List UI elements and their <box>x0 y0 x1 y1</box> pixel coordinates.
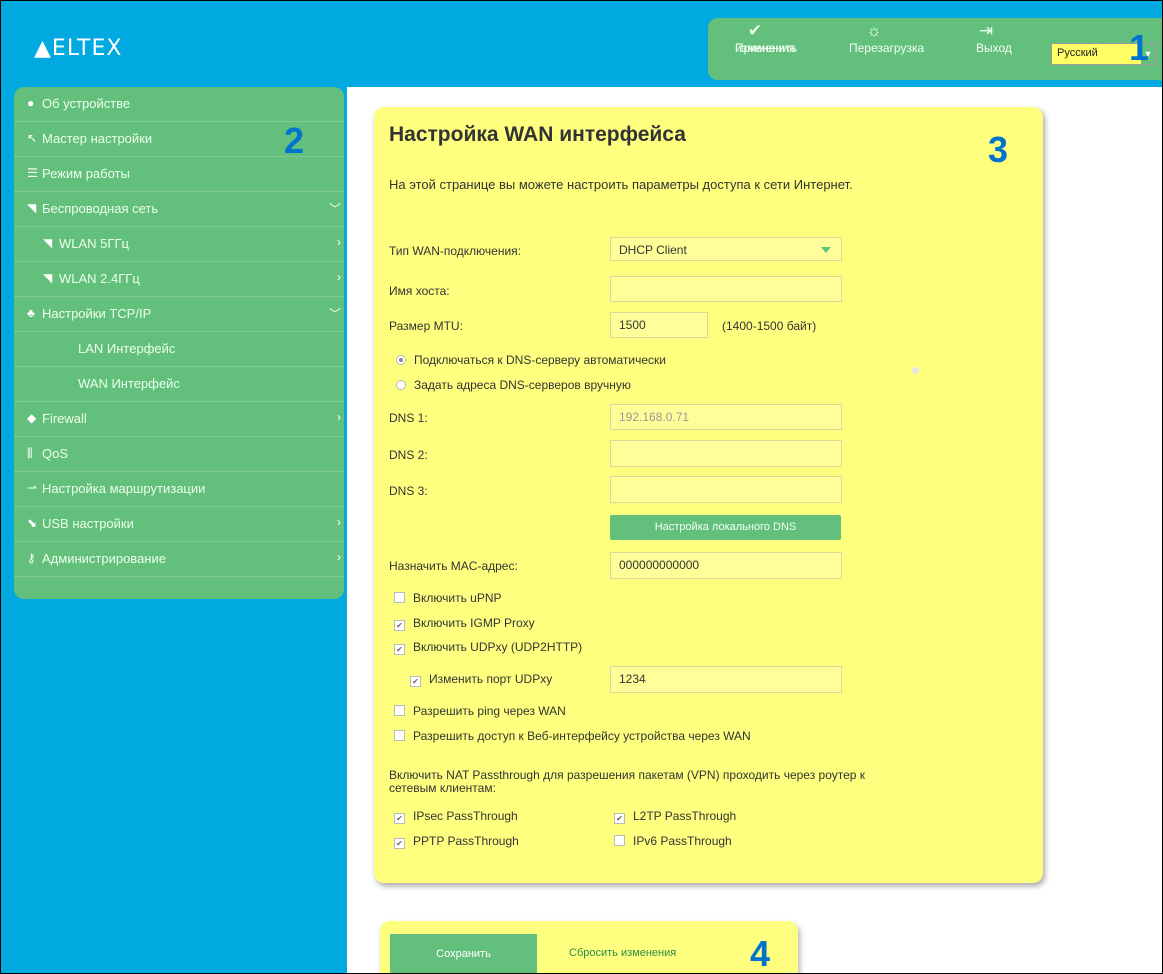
wan-type-select[interactable]: DHCP Client <box>610 237 842 261</box>
chevron-down-icon <box>821 247 831 253</box>
reboot-button[interactable]: ☼ Перезагрузка <box>834 18 924 80</box>
annotation-4: 4 <box>750 933 771 974</box>
checkmark-icon: ✔ <box>614 813 625 824</box>
checkmark-icon: ✔ <box>394 838 405 849</box>
checkmark-icon: ✔ <box>394 644 405 655</box>
sidebar-item-mode[interactable]: ☰ Режим работы <box>14 157 344 192</box>
chevron-right-icon: › <box>337 515 341 529</box>
sidebar-item-tcpip[interactable]: ♣ Настройки TCP/IP ﹀ <box>14 297 344 332</box>
upnp-checkbox[interactable]: Включить uPNP <box>394 591 502 605</box>
mac-label: Назначить MAC-адрес: <box>389 559 518 573</box>
mtu-label: Размер MTU: <box>389 319 463 333</box>
dns2-input[interactable] <box>610 440 842 467</box>
wifi-icon: ◥ <box>43 271 53 285</box>
l2tp-checkbox[interactable]: ✔ L2TP PassThrough <box>614 809 736 824</box>
chevron-down-icon: ﹀ <box>328 202 341 216</box>
udpxy-port-checkbox[interactable]: ✔ Изменить порт UDPxy <box>410 672 552 687</box>
globe-icon: ● <box>27 96 35 110</box>
sidebar-item-wan[interactable]: WAN Интерфейс <box>14 367 344 402</box>
sidebar-item-routing[interactable]: ⇀ Настройка маршрутизации <box>14 472 344 507</box>
dns3-input[interactable] <box>610 476 842 503</box>
udpxy-port-input[interactable]: 1234 <box>610 666 842 693</box>
sidebar-item-about[interactable]: ● Об устройстве <box>14 87 344 122</box>
eltex-logo: ▲ELTEX <box>34 36 123 61</box>
wan-settings-panel: Настройка WAN интерфейса 3 На этой стран… <box>374 107 1043 883</box>
app-window: ▲ELTEX ✔ Применить изменения ☼ Перезагру… <box>0 0 1163 974</box>
chevron-right-icon: › <box>337 410 341 424</box>
usb-icon: ⬊ <box>27 516 38 530</box>
dns1-label: DNS 1: <box>389 411 428 425</box>
checkbox-empty-icon <box>394 592 405 603</box>
chevron-down-icon: ﹀ <box>328 307 341 321</box>
top-header: ▲ELTEX ✔ Применить изменения ☼ Перезагру… <box>1 1 1162 87</box>
checkbox-empty-icon <box>394 705 405 716</box>
sidebar-item-wlan24[interactable]: ◥ WLAN 2.4ГГц › <box>14 262 344 297</box>
ping-wan-checkbox[interactable]: Разрешить ping через WAN <box>394 704 566 718</box>
hostname-label: Имя хоста: <box>389 284 450 298</box>
checkbox-empty-icon <box>614 835 625 846</box>
save-button[interactable]: Сохранить <box>390 934 537 973</box>
key-icon: ⚷ <box>27 551 36 565</box>
logout-button[interactable]: ⇥ Выход <box>961 18 1012 80</box>
web-wan-checkbox[interactable]: Разрешить доступ к Веб-интерфейсу устрой… <box>394 729 751 743</box>
hostname-input[interactable] <box>610 276 842 302</box>
mtu-hint: (1400-1500 байт) <box>722 319 817 333</box>
checkmark-icon: ✔ <box>410 676 421 687</box>
reset-changes-link[interactable]: Сбросить изменения <box>569 947 676 959</box>
exit-door-icon: ⇥ <box>978 21 994 40</box>
checkbox-empty-icon <box>394 730 405 741</box>
radio-empty-icon <box>396 380 406 390</box>
dns1-input[interactable]: 192.168.0.71 <box>610 404 842 430</box>
save-bar: Сохранить Сбросить изменения 4 <box>380 921 798 974</box>
dns-manual-radio[interactable]: Задать адреса DNS-серверов вручную <box>396 378 631 392</box>
route-icon: ⇀ <box>27 481 38 495</box>
sidebar-item-wlan5[interactable]: ◥ WLAN 5ГГц › <box>14 227 344 262</box>
dns-auto-radio[interactable]: Подключаться к DNS-серверу автоматически <box>396 353 666 367</box>
network-icon: ♣ <box>27 306 35 320</box>
sidebar-item-qos[interactable]: ⫼ QoS <box>14 437 344 472</box>
annotation-3: 3 <box>988 129 1009 170</box>
igmp-checkbox[interactable]: ✔ Включить IGMP Proxy <box>394 616 535 631</box>
checkmark-icon: ✔ <box>747 21 763 40</box>
list-icon: ☰ <box>27 166 38 180</box>
sidebar-item-wireless[interactable]: ◥ Беспроводная сеть ﹀ <box>14 192 344 227</box>
nat-description-line1: Включить NAT Passthrough для разрешения … <box>389 768 866 782</box>
sidebar-menu: ● Об устройстве ↖ Мастер настройки ☰ Реж… <box>14 87 344 599</box>
mac-input[interactable]: 000000000000 <box>610 552 842 579</box>
checkmark-icon: ✔ <box>394 813 405 824</box>
dns3-label: DNS 3: <box>389 484 428 498</box>
sidebar-item-firewall[interactable]: ◆ Firewall › <box>14 402 344 437</box>
radio-selected-icon <box>396 355 406 365</box>
annotation-2: 2 <box>284 120 305 161</box>
udpxy-checkbox[interactable]: ✔ Включить UDPxy (UDP2HTTP) <box>394 640 582 655</box>
nat-description-line2: сетевым клиентам: <box>389 781 496 795</box>
decorative-dot <box>912 367 919 374</box>
sidebar-item-lan[interactable]: LAN Интерфейс <box>14 332 344 367</box>
page-description: На этой странице вы можете настроить пар… <box>389 177 853 192</box>
pptp-checkbox[interactable]: ✔ PPTP PassThrough <box>394 834 519 849</box>
wan-type-label: Тип WAN-подключения: <box>389 244 522 258</box>
sidebar-item-admin[interactable]: ⚷ Администрирование › <box>14 542 344 577</box>
wifi-icon: ◥ <box>27 201 37 215</box>
local-dns-button[interactable]: Настройка локального DNS <box>610 515 841 540</box>
wand-icon: ↖ <box>27 131 38 145</box>
sidebar-item-usb[interactable]: ⬊ USB настройки › <box>14 507 344 542</box>
dns2-label: DNS 2: <box>389 448 428 462</box>
checkmark-icon: ✔ <box>394 620 405 631</box>
logo-mark-icon: ▲ <box>34 36 52 61</box>
chevron-right-icon: › <box>337 270 341 284</box>
chevron-right-icon: › <box>337 550 341 564</box>
mtu-input[interactable]: 1500 <box>610 312 708 338</box>
ipv6-checkbox[interactable]: IPv6 PassThrough <box>614 834 732 848</box>
sliders-icon: ⫼ <box>27 446 33 460</box>
sun-icon: ☼ <box>866 21 882 40</box>
chevron-right-icon: › <box>337 235 341 249</box>
wifi-icon: ◥ <box>43 236 53 250</box>
shield-icon: ◆ <box>27 411 37 425</box>
annotation-1: 1 <box>1129 27 1150 68</box>
ipsec-checkbox[interactable]: ✔ IPsec PassThrough <box>394 809 518 824</box>
page-title: Настройка WAN интерфейса <box>389 123 686 146</box>
apply-changes-button[interactable]: ✔ Применить изменения <box>720 18 797 80</box>
